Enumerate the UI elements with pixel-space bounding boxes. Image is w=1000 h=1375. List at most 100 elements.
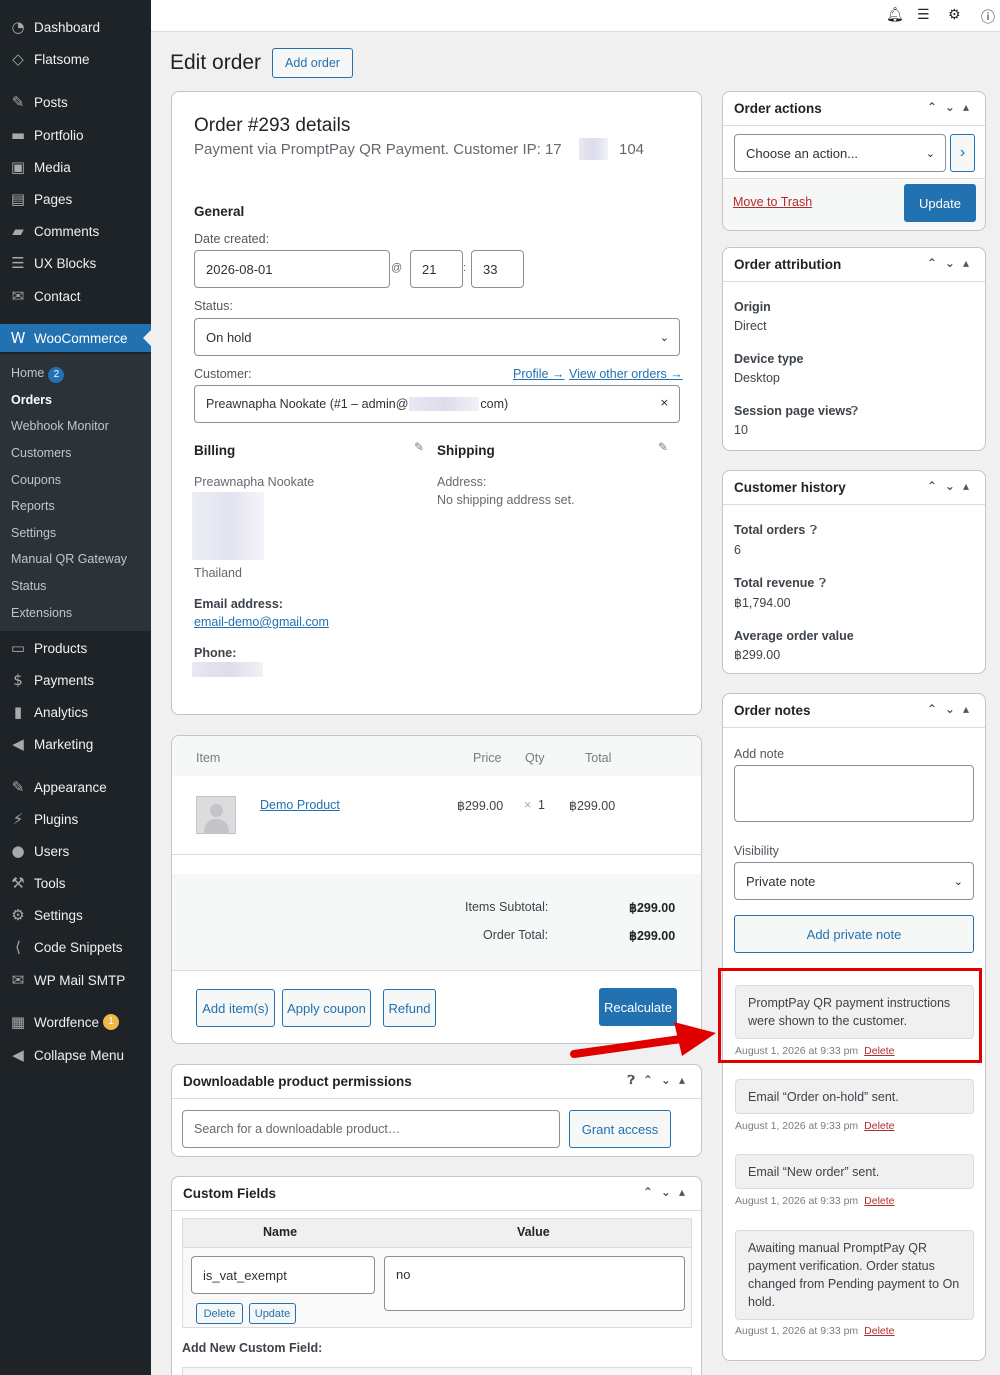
delete-note-link[interactable]: Delete [864, 1120, 894, 1132]
submenu-extensions[interactable]: Extensions [11, 606, 72, 620]
sidebar-item-contact[interactable]: ✉ Contact [0, 282, 151, 310]
panel-controls-icon[interactable]: ⌃⌄▴ [927, 479, 977, 493]
sidebar-item-posts[interactable]: ✎ Posts [0, 88, 151, 116]
gear-icon[interactable]: ⚙ [948, 7, 961, 23]
billing-email-link[interactable]: email-demo@gmail.com [194, 615, 329, 629]
view-other-orders-link[interactable]: View other orders → [569, 367, 683, 381]
submenu-settings[interactable]: Settings [11, 526, 56, 540]
sidebar-item-analytics[interactable]: ▮ Analytics [0, 698, 151, 726]
sidebar-item-wp-mail-smtp[interactable]: ✉ WP Mail SMTP [0, 966, 151, 994]
order-note: Email “Order on-hold” sent. [735, 1079, 974, 1114]
sidebar-item-wordfence[interactable]: ▦ Wordfence 1 [0, 1008, 151, 1036]
hour-input[interactable]: 21 [410, 250, 463, 288]
downloadable-search-input[interactable]: Search for a downloadable product… [182, 1110, 560, 1148]
add-items-button[interactable]: Add item(s) [196, 989, 275, 1027]
shipping-heading: Shipping [437, 443, 495, 458]
origin-label: Origin [734, 300, 771, 314]
time-colon: : [463, 262, 467, 274]
date-created-input[interactable]: 2026-08-01 [194, 250, 390, 288]
item-qty: 1 [538, 798, 545, 812]
help-icon[interactable]: ❓︎ [851, 404, 858, 419]
panel-controls-icon[interactable]: ⌃⌄▴ [643, 1185, 693, 1199]
custom-field-update-button[interactable]: Update [249, 1303, 296, 1324]
order-actions-panel: Order actions ⌃⌄▴ Choose an action... ⌄ ›… [722, 91, 986, 231]
custom-field-value-input[interactable]: no [384, 1256, 685, 1311]
product-link[interactable]: Demo Product [260, 798, 340, 812]
add-private-note-button[interactable]: Add private note [734, 915, 974, 953]
submenu-manual-qr-gateway[interactable]: Manual QR Gateway [11, 552, 127, 566]
sidebar-item-products[interactable]: ▭ Products [0, 634, 151, 662]
profile-link[interactable]: Profile → [513, 367, 564, 381]
sidebar-item-settings[interactable]: ⚙ Settings [0, 901, 151, 929]
phone-redaction [192, 662, 263, 677]
sidebar-item-ux-blocks[interactable]: ☰ UX Blocks [0, 249, 151, 277]
help-icon[interactable]: ❓︎ [810, 523, 817, 538]
custom-field-key-input[interactable]: is_vat_exempt [191, 1256, 375, 1294]
sidebar-item-woocommerce[interactable]: W WooCommerce [0, 324, 151, 352]
sidebar-item-pages[interactable]: ▤ Pages [0, 185, 151, 213]
apply-coupon-button[interactable]: Apply coupon [282, 989, 371, 1027]
submenu-reports[interactable]: Reports [11, 499, 55, 513]
help-icon[interactable]: ⓘ [981, 7, 995, 27]
billing-country: Thailand [194, 566, 242, 580]
note-visibility-select[interactable]: Private note ⌄ [734, 862, 974, 900]
panel-controls-icon[interactable]: ⌃⌄▴ [927, 256, 977, 270]
custom-field-delete-button[interactable]: Delete [196, 1303, 243, 1324]
total-orders-label: Total orders [734, 523, 806, 537]
panel-controls-icon[interactable]: ⌃⌄▴ [927, 100, 977, 114]
sidebar-item-plugins[interactable]: ⚡ Plugins [0, 805, 151, 833]
submenu-orders[interactable]: Orders [11, 393, 52, 407]
apply-action-button[interactable]: › [950, 134, 975, 172]
sidebar-item-comments[interactable]: ▰ Comments [0, 217, 151, 245]
sidebar-item-marketing[interactable]: ◀ Marketing [0, 730, 151, 758]
sidebar-item-collapse-menu[interactable]: ◀ Collapse Menu [0, 1041, 151, 1069]
sidebar-item-portfolio[interactable]: ▬ Portfolio [0, 121, 151, 149]
sidebar-item-payments[interactable]: $ Payments [0, 666, 151, 694]
submenu-home[interactable]: Home 2 [11, 366, 65, 383]
sidebar-item-label: Contact [34, 288, 81, 304]
sidebar-item-code-snippets[interactable]: ⟨ Code Snippets [0, 933, 151, 961]
submenu-status[interactable]: Status [11, 579, 46, 593]
sidebar-item-label: Payments [34, 672, 95, 688]
edit-shipping-icon[interactable]: ✎ [658, 440, 668, 454]
add-note-label: Add note [734, 747, 785, 761]
sidebar-item-dashboard[interactable]: ◔ Dashboard [0, 13, 151, 41]
customer-select[interactable]: Preawnapha Nookate (#1 – admin@ com) × [194, 385, 680, 423]
sidebar-item-tools[interactable]: ⚒ Tools [0, 869, 151, 897]
submenu-coupons[interactable]: Coupons [11, 473, 61, 487]
update-order-button[interactable]: Update [904, 184, 976, 222]
panel-controls-icon[interactable]: ⌃⌄▴ [927, 702, 977, 716]
order-action-select[interactable]: Choose an action... ⌄ [734, 134, 946, 172]
submenu-customers[interactable]: Customers [11, 446, 71, 460]
brush-icon: ✎ [11, 778, 25, 796]
delete-note-link[interactable]: Delete [864, 1195, 894, 1207]
refund-button[interactable]: Refund [383, 989, 436, 1027]
sidebar-item-label: Dashboard [34, 19, 101, 35]
sidebar-item-flatsome[interactable]: ◇ Flatsome [0, 45, 151, 73]
help-icon[interactable]: ❓︎ [819, 576, 826, 591]
activity-icon[interactable]: ☰ [917, 7, 930, 23]
customer-history-panel: Customer history ⌃⌄▴ Total orders ❓︎ 6 T… [722, 470, 986, 674]
minute-input[interactable]: 33 [471, 250, 524, 288]
edit-billing-icon[interactable]: ✎ [414, 440, 424, 454]
submenu-webhook-monitor[interactable]: Webhook Monitor [11, 419, 109, 433]
sidebar-item-label: Settings [34, 907, 83, 923]
notification-icon[interactable]: 🔔︎ [886, 7, 904, 23]
add-order-button[interactable]: Add order [272, 48, 353, 78]
sidebar-item-label: Comments [34, 223, 100, 239]
order-items-panel: Item Price Qty Total Demo Product ฿299.0… [171, 735, 702, 1044]
add-note-textarea[interactable] [734, 765, 974, 822]
clear-icon[interactable]: × [660, 396, 669, 409]
sidebar-item-users[interactable]: ● Users [0, 837, 151, 865]
panel-controls-icon[interactable]: ❓︎⌃⌄▴ [628, 1073, 693, 1088]
move-to-trash-link[interactable]: Move to Trash [733, 195, 812, 209]
session-page-views-value: 10 [734, 423, 748, 437]
grant-access-button[interactable]: Grant access [569, 1110, 671, 1148]
delete-note-link[interactable]: Delete [864, 1325, 894, 1337]
total-revenue-value: ฿1,794.00 [734, 596, 791, 610]
item-price: ฿299.00 [457, 799, 504, 813]
status-select[interactable]: On hold ⌄ [194, 318, 680, 356]
sidebar-item-appearance[interactable]: ✎ Appearance [0, 773, 151, 801]
sidebar-item-media[interactable]: ▣ Media [0, 153, 151, 181]
add-new-custom-field-label: Add New Custom Field: [182, 1341, 323, 1355]
